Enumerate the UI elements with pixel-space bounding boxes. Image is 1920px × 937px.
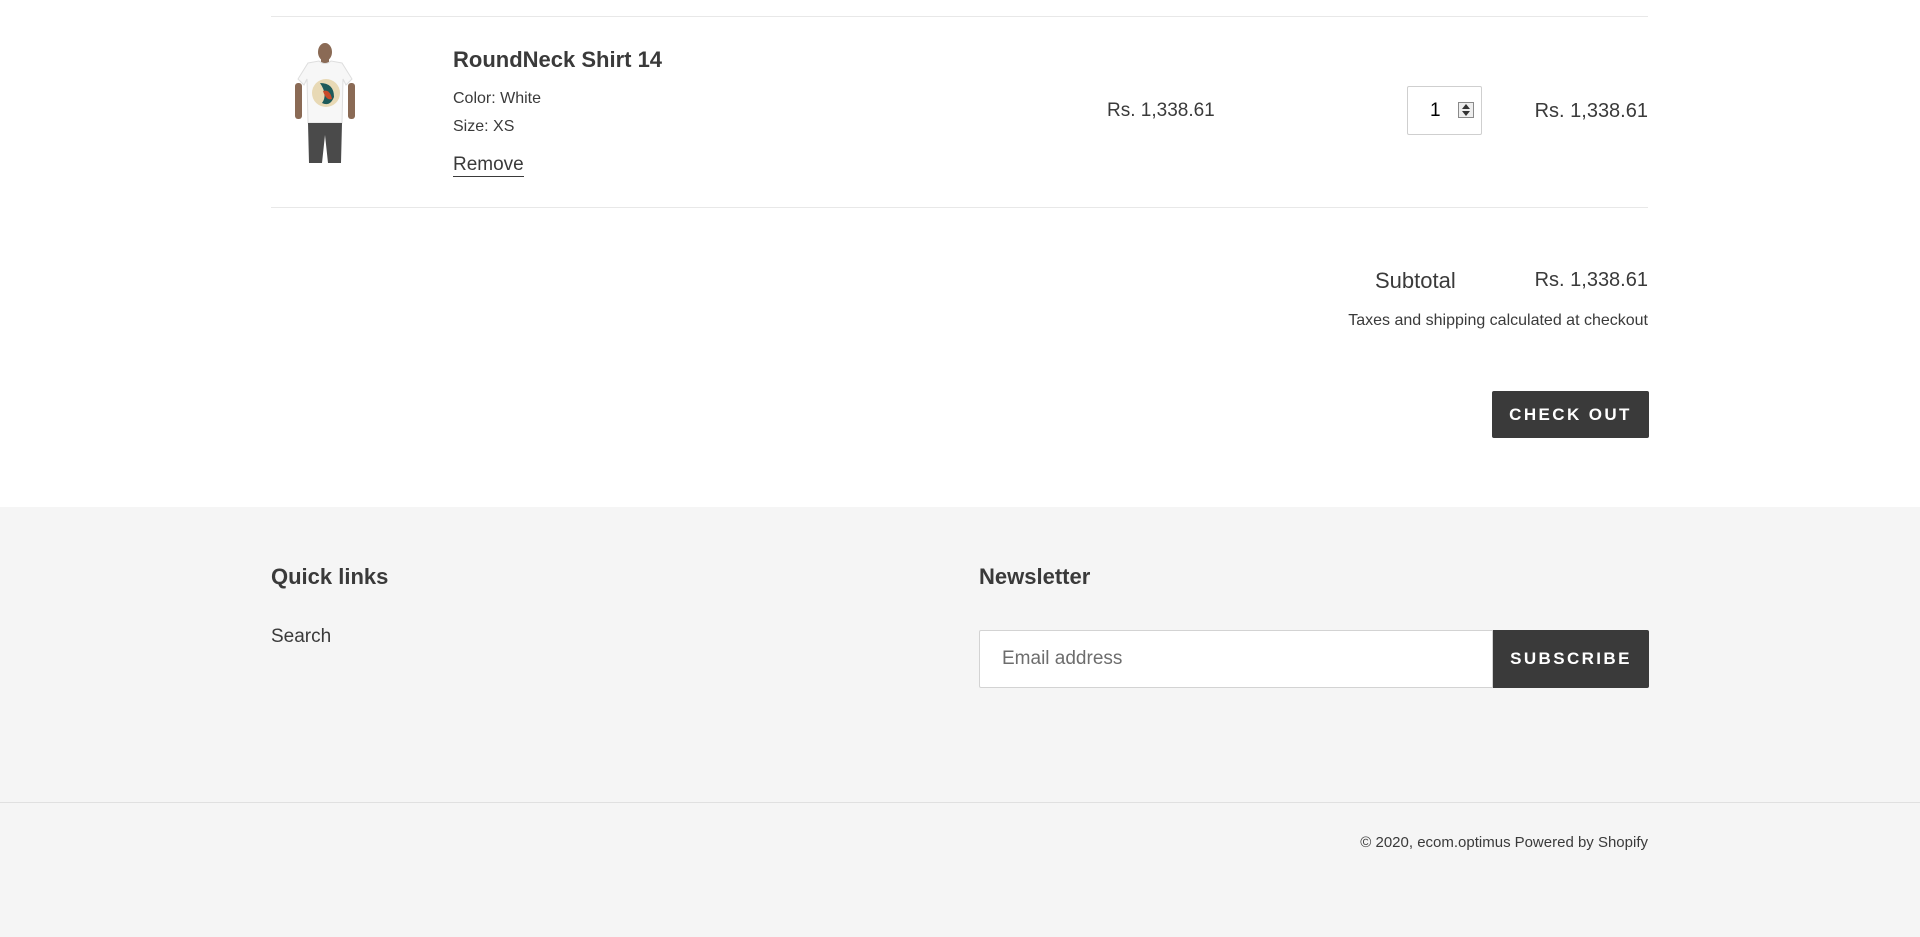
copyright-line: © 2020, ecom.optimus Powered by Shopify [1360,834,1648,851]
spinner-arrows-icon[interactable] [1458,102,1474,118]
product-color: Color: White [453,90,542,107]
quantity-stepper[interactable]: 1 [1407,86,1482,135]
subtotal-label: Subtotal [1375,268,1456,293]
decrement-icon[interactable] [1462,111,1470,116]
copyright-text[interactable]: © 2020, ecom.optimus [1360,834,1510,851]
cart-row-bottom-divider [271,207,1648,208]
tshirt-image-icon [295,43,355,163]
line-total: Rs. 1,338.61 [1534,100,1648,122]
subtotal-value: Rs. 1,338.61 [1534,269,1648,291]
footer-divider [0,802,1920,803]
newsletter-title: Newsletter [979,564,1091,589]
product-thumbnail[interactable] [290,43,360,166]
checkout-button[interactable]: CHECK OUT [1492,391,1649,438]
quantity-value[interactable]: 1 [1430,100,1441,122]
cart-row-top-divider [271,16,1648,17]
quick-links-title: Quick links [271,564,389,589]
increment-icon[interactable] [1462,104,1470,109]
email-input[interactable] [979,630,1493,688]
footer-link-search[interactable]: Search [271,626,331,648]
tax-note: Taxes and shipping calculated at checkou… [1348,312,1648,329]
subscribe-button[interactable]: SUBSCRIBE [1493,630,1649,688]
unit-price: Rs. 1,338.61 [1107,100,1215,121]
remove-link[interactable]: Remove [453,154,524,177]
product-title[interactable]: RoundNeck Shirt 14 [453,47,662,73]
powered-by-link[interactable]: Powered by Shopify [1515,834,1648,851]
product-size: Size: XS [453,118,515,135]
